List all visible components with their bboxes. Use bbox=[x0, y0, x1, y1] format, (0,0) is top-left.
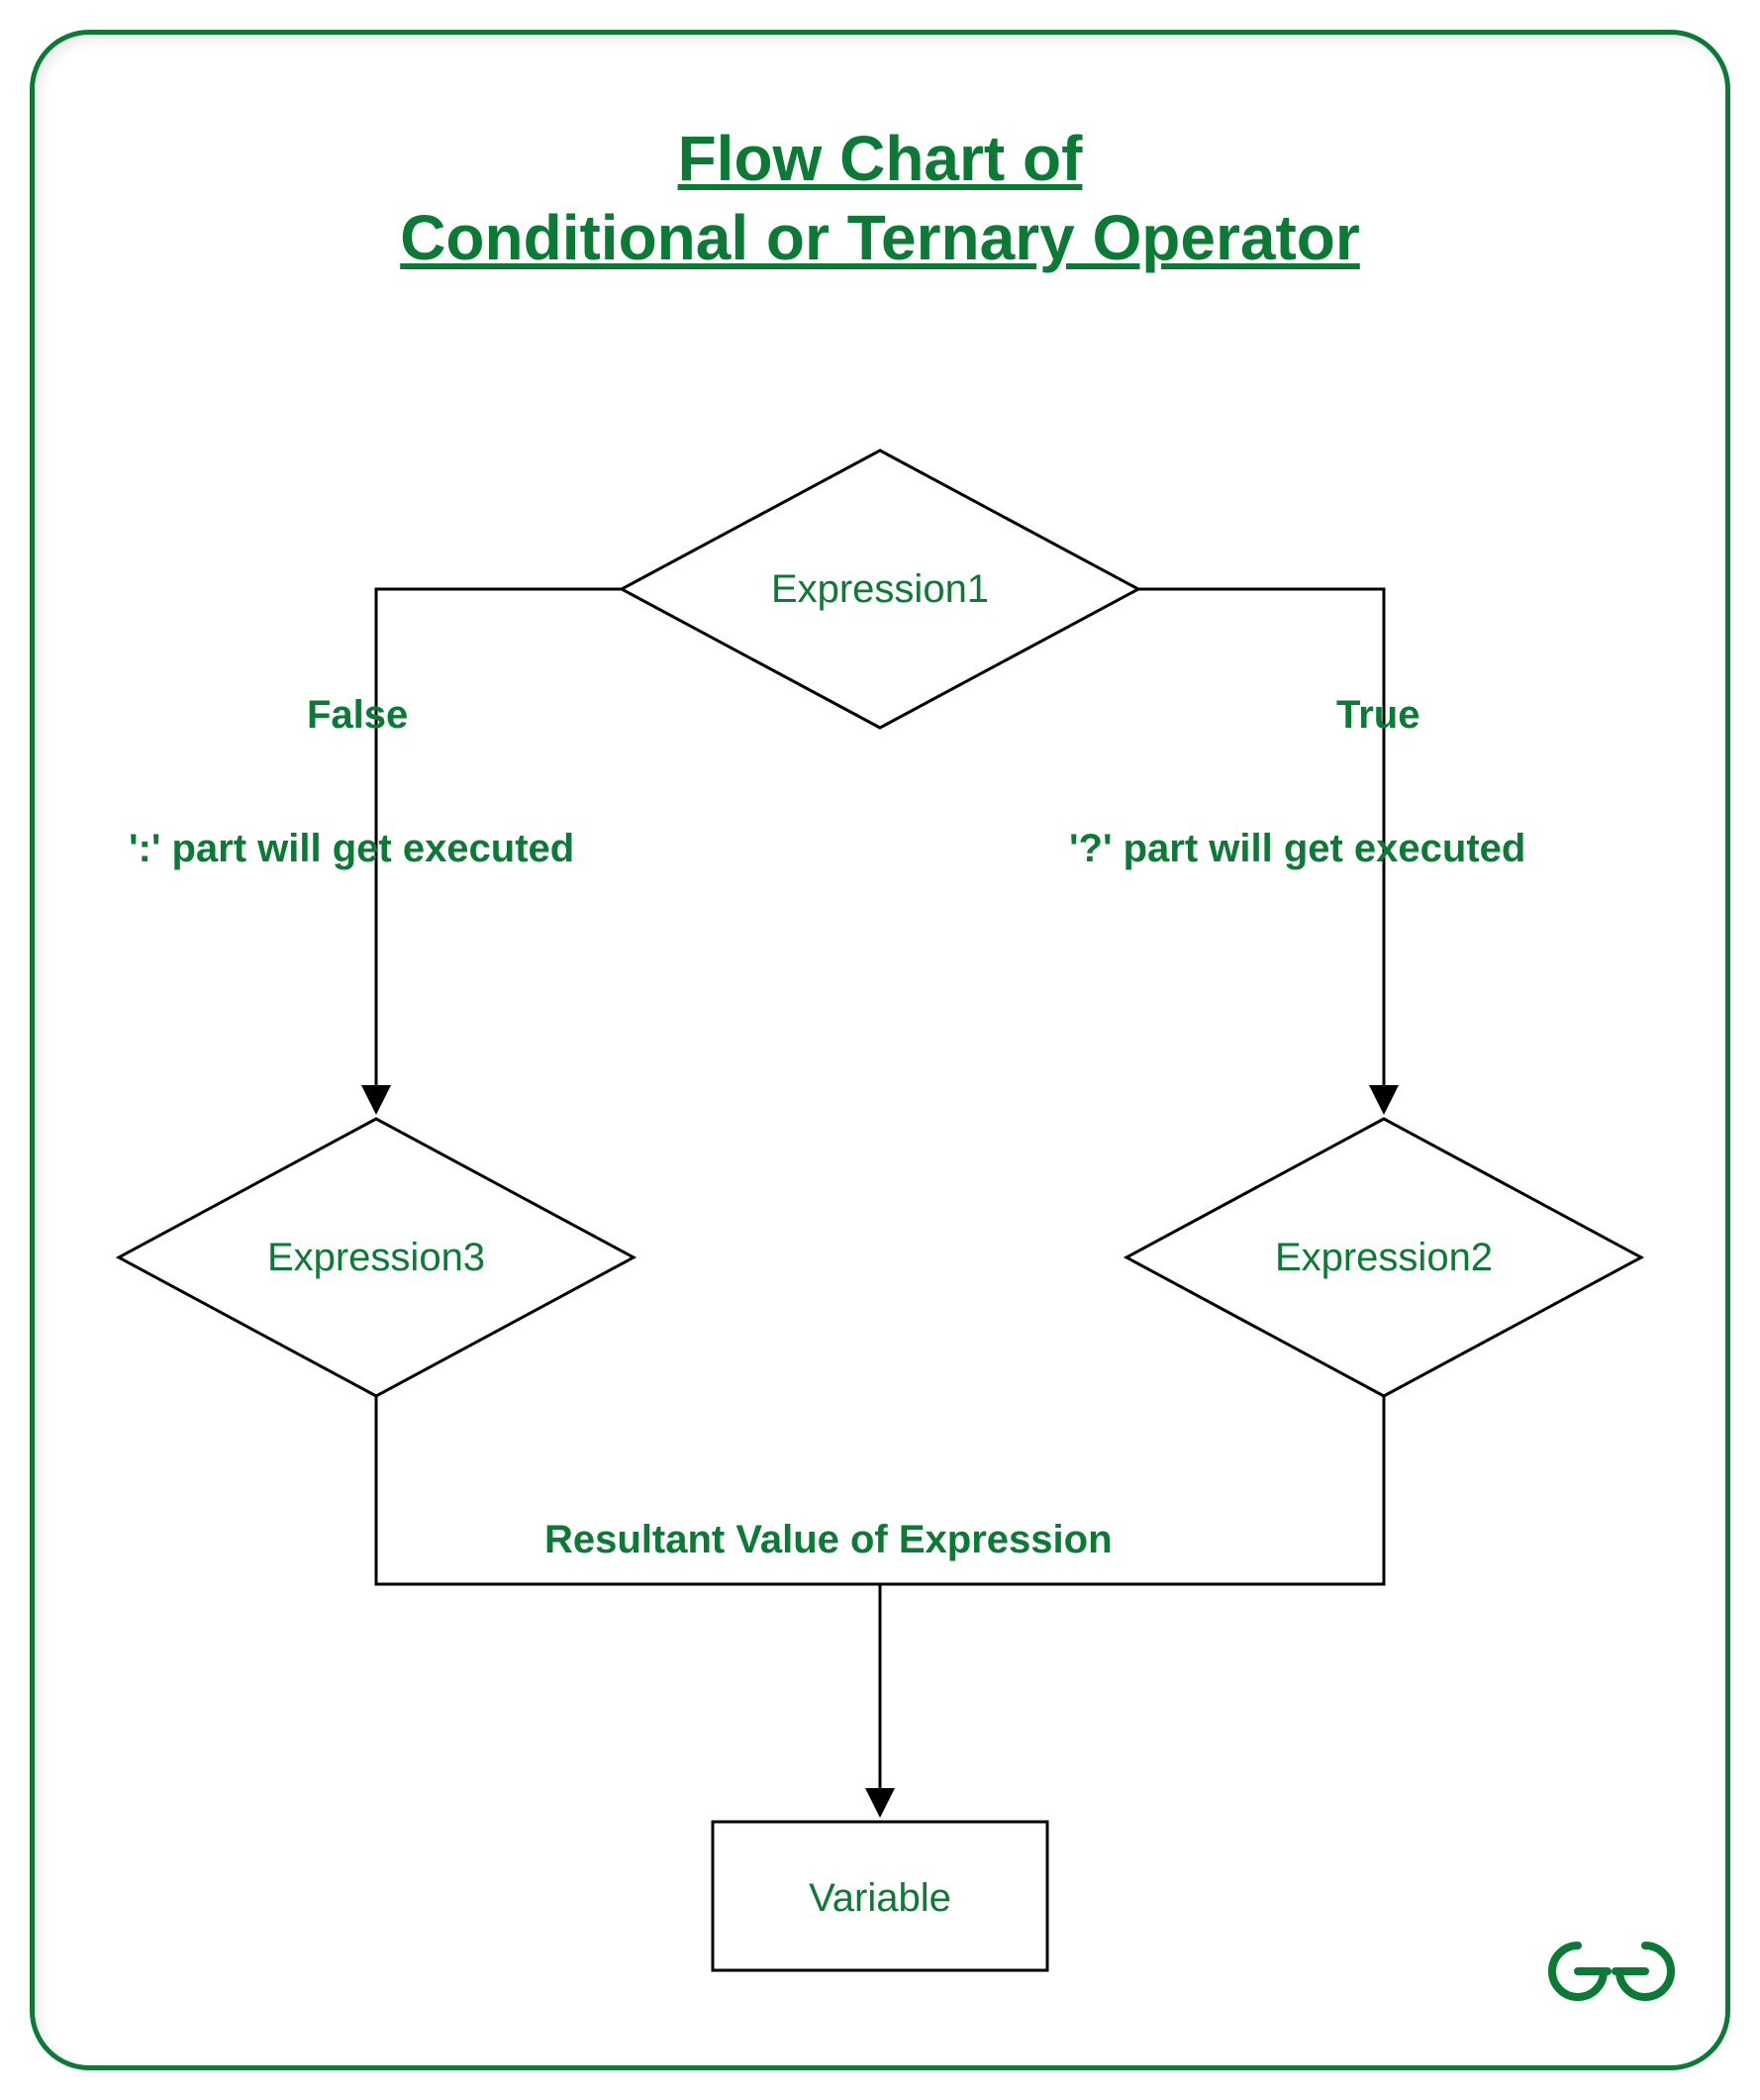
node-expression3-label: Expression3 bbox=[267, 1236, 485, 1279]
page: Flow Chart of Conditional or Ternary Ope… bbox=[0, 0, 1760, 2100]
flowchart-svg: Expression1 Expression3 Expression2 Vari… bbox=[0, 0, 1760, 2100]
label-colon-exec: ':' part will get executed bbox=[129, 827, 574, 871]
label-question-exec: '?' part will get executed bbox=[1069, 827, 1525, 871]
label-false: False bbox=[307, 693, 408, 738]
label-resultant: Resultant Value of Expression bbox=[544, 1518, 1113, 1562]
node-expression1-label: Expression1 bbox=[771, 567, 989, 611]
label-true: True bbox=[1336, 693, 1419, 738]
flowchart-svg-container: Expression1 Expression3 Expression2 Vari… bbox=[0, 0, 1760, 2100]
node-variable-label: Variable bbox=[809, 1876, 951, 1920]
node-expression2-label: Expression2 bbox=[1275, 1236, 1493, 1279]
gfg-logo bbox=[1542, 1922, 1681, 2021]
gfg-logo-svg bbox=[1542, 1922, 1681, 2021]
